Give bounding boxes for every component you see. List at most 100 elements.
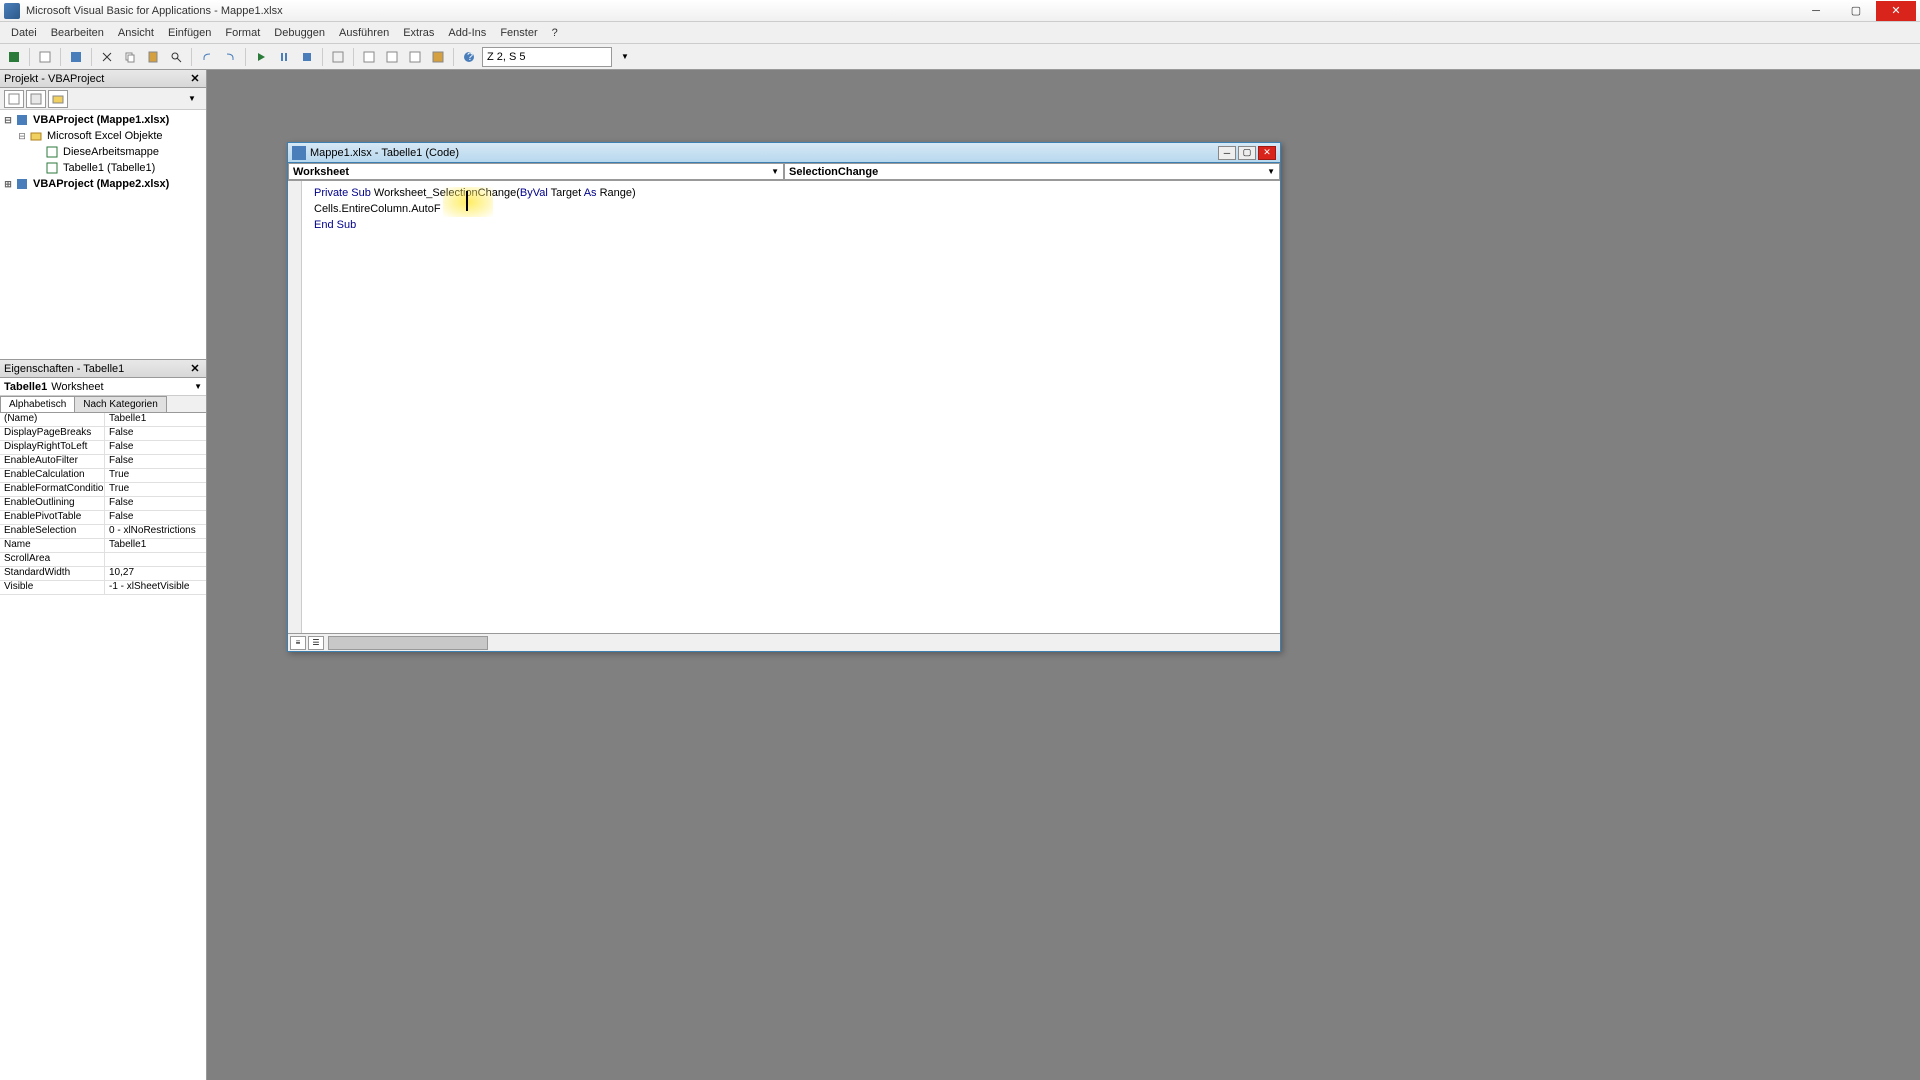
maximize-button[interactable]: ▢ — [1836, 1, 1876, 21]
code-line-3: End Sub — [314, 217, 1272, 233]
main-toolbar: ? ▼ — [0, 44, 1920, 70]
tree-item-excel-objects[interactable]: ⊟ Microsoft Excel Objekte — [2, 128, 204, 144]
cut-button[interactable] — [97, 47, 117, 67]
menu-debuggen[interactable]: Debuggen — [267, 25, 332, 41]
menu-bearbeiten[interactable]: Bearbeiten — [44, 25, 111, 41]
pause-icon — [277, 50, 291, 64]
expander-icon[interactable]: ⊟ — [16, 131, 28, 142]
break-button[interactable] — [274, 47, 294, 67]
code-editor[interactable]: Private Sub Worksheet_SelectionChange(By… — [288, 181, 1280, 633]
tree-item-project1[interactable]: ⊟ VBAProject (Mappe1.xlsx) — [2, 112, 204, 128]
paste-button[interactable] — [143, 47, 163, 67]
menu-fenster[interactable]: Fenster — [493, 25, 544, 41]
separator — [91, 48, 92, 66]
procedure-view-button[interactable]: ≡ — [290, 636, 306, 650]
tree-item-workbook[interactable]: DieseArbeitsmappe — [2, 144, 204, 160]
tree-item-tabelle1[interactable]: Tabelle1 (Tabelle1) — [2, 160, 204, 176]
project-icon — [14, 177, 30, 191]
props-row: Visible-1 - xlSheetVisible — [0, 581, 206, 595]
play-icon — [254, 50, 268, 64]
expander-icon[interactable]: ⊟ — [2, 115, 14, 126]
tab-alphabetisch[interactable]: Alphabetisch — [0, 396, 75, 412]
object-browser-button[interactable] — [405, 47, 425, 67]
code-window-titlebar[interactable]: Mappe1.xlsx - Tabelle1 (Code) ─ ▢ ✕ — [288, 143, 1280, 163]
undo-icon — [200, 50, 214, 64]
toolbox-icon — [431, 50, 445, 64]
props-object-selector[interactable]: Tabelle1 Worksheet ▼ — [0, 378, 206, 396]
properties-grid[interactable]: (Name)Tabelle1 DisplayPageBreaksFalse Di… — [0, 413, 206, 1080]
view-code-button[interactable] — [4, 90, 24, 108]
props-panel-close-button[interactable]: ✕ — [188, 362, 202, 376]
minimize-button[interactable]: ─ — [1796, 1, 1836, 21]
project-explorer-button[interactable] — [359, 47, 379, 67]
close-button[interactable]: ✕ — [1876, 1, 1916, 21]
view-object-button[interactable] — [26, 90, 46, 108]
position-input[interactable] — [482, 47, 612, 67]
properties-button[interactable] — [382, 47, 402, 67]
tree-icon — [362, 50, 376, 64]
project-tree[interactable]: ⊟ VBAProject (Mappe1.xlsx) ⊟ Microsoft E… — [0, 110, 206, 360]
menu-bar: Datei Bearbeiten Ansicht Einfügen Format… — [0, 22, 1920, 44]
menu-format[interactable]: Format — [218, 25, 267, 41]
toggle-folders-button[interactable] — [48, 90, 68, 108]
design-icon — [331, 50, 345, 64]
menu-datei[interactable]: Datei — [4, 25, 44, 41]
code-minimize-button[interactable]: ─ — [1218, 146, 1236, 160]
code-maximize-button[interactable]: ▢ — [1238, 146, 1256, 160]
horizontal-scrollbar[interactable] — [328, 636, 488, 650]
menu-help[interactable]: ? — [545, 25, 565, 41]
props-row: StandardWidth10,27 — [0, 567, 206, 581]
run-button[interactable] — [251, 47, 271, 67]
separator — [353, 48, 354, 66]
folder-icon — [28, 129, 44, 143]
full-module-view-button[interactable]: ☰ — [308, 636, 324, 650]
undo-button[interactable] — [197, 47, 217, 67]
project-panel-close-button[interactable]: ✕ — [188, 72, 202, 86]
expander-icon[interactable]: ⊞ — [2, 179, 14, 190]
stop-icon — [300, 50, 314, 64]
find-button[interactable] — [166, 47, 186, 67]
props-row: EnableOutliningFalse — [0, 497, 206, 511]
redo-button[interactable] — [220, 47, 240, 67]
code-icon — [7, 92, 21, 106]
code-window-footer: ≡ ☰ — [288, 633, 1280, 651]
props-row: ScrollArea — [0, 553, 206, 567]
code-close-button[interactable]: ✕ — [1258, 146, 1276, 160]
position-dropdown[interactable]: ▼ — [615, 47, 635, 67]
separator — [191, 48, 192, 66]
view-excel-button[interactable] — [4, 47, 24, 67]
props-icon — [385, 50, 399, 64]
separator — [29, 48, 30, 66]
props-row: EnableFormatConditionsCalcTrue — [0, 483, 206, 497]
browser-icon — [408, 50, 422, 64]
insert-button[interactable] — [35, 47, 55, 67]
app-icon — [4, 3, 20, 19]
copy-button[interactable] — [120, 47, 140, 67]
menu-einfuegen[interactable]: Einfügen — [161, 25, 218, 41]
project-panel-title: Projekt - VBAProject — [4, 73, 188, 85]
menu-addins[interactable]: Add-Ins — [441, 25, 493, 41]
save-button[interactable] — [66, 47, 86, 67]
procedure-selector[interactable]: SelectionChange ▼ — [784, 163, 1280, 180]
folder-icon — [51, 92, 65, 106]
props-panel-header: Eigenschaften - Tabelle1 ✕ — [0, 360, 206, 378]
title-bar: Microsoft Visual Basic for Applications … — [0, 0, 1920, 22]
project-dropdown-button[interactable]: ▼ — [182, 90, 202, 108]
toolbox-button[interactable] — [428, 47, 448, 67]
tab-kategorien[interactable]: Nach Kategorien — [74, 396, 167, 412]
module-icon — [38, 50, 52, 64]
mdi-area: Mappe1.xlsx - Tabelle1 (Code) ─ ▢ ✕ Work… — [207, 70, 1920, 1080]
excel-icon — [7, 50, 21, 64]
reset-button[interactable] — [297, 47, 317, 67]
props-object-type: Worksheet — [51, 381, 103, 393]
design-mode-button[interactable] — [328, 47, 348, 67]
help-button[interactable]: ? — [459, 47, 479, 67]
object-selector[interactable]: Worksheet ▼ — [288, 163, 784, 180]
tree-item-project2[interactable]: ⊞ VBAProject (Mappe2.xlsx) — [2, 176, 204, 192]
menu-ansicht[interactable]: Ansicht — [111, 25, 161, 41]
menu-ausfuehren[interactable]: Ausführen — [332, 25, 396, 41]
window-title: Microsoft Visual Basic for Applications … — [26, 5, 1796, 17]
props-row: DisplayPageBreaksFalse — [0, 427, 206, 441]
menu-extras[interactable]: Extras — [396, 25, 441, 41]
separator — [245, 48, 246, 66]
